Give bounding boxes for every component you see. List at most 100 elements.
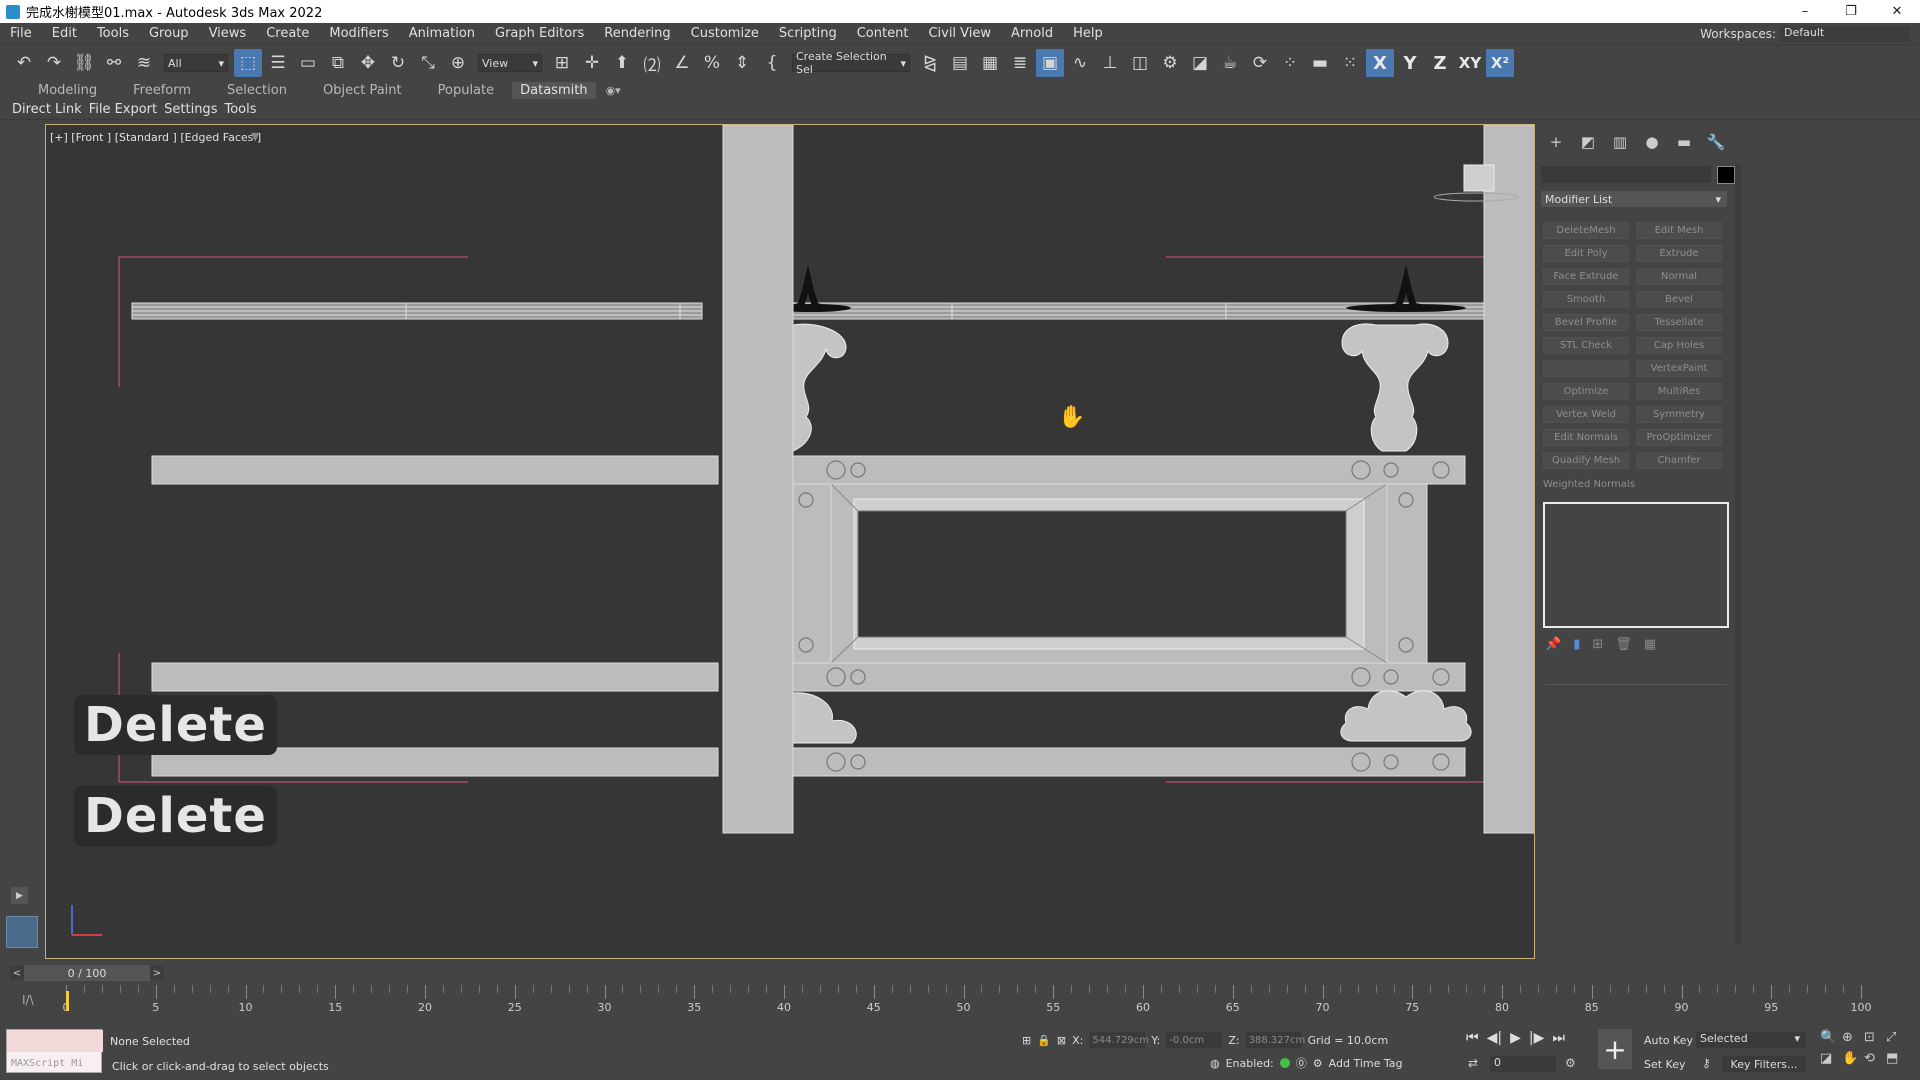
current-frame-input[interactable]: 0 [1490,1056,1556,1072]
scale-icon[interactable]: ⤡ [414,49,442,77]
modifier-button[interactable]: VertexPaint [1636,360,1722,377]
placement-icon[interactable]: ⊕ [444,49,472,77]
modifier-button[interactable]: ProOptimizer [1636,429,1722,446]
keyboard-shortcut-override-icon[interactable]: ⬆ [608,49,636,77]
zoom-all-icon[interactable]: ⊕ [1842,1030,1864,1045]
axis-xy-button[interactable]: XY [1456,49,1484,77]
ribbon-options-icon[interactable]: ◉▾ [596,84,631,97]
modifier-button[interactable]: Cap Holes [1636,337,1722,354]
track-bar[interactable]: I/\ 051015202530354045505560657075808590… [0,985,1920,1025]
modifier-button[interactable]: Face Extrude [1543,268,1629,285]
enabled-indicator[interactable] [1279,1058,1290,1068]
menu-arnold[interactable]: Arnold [1001,26,1063,41]
frame-ruler[interactable]: 0510152025303540455055606570758085909510… [63,985,1872,1025]
ribbon-tab-modeling[interactable]: Modeling [20,83,115,98]
named-selection-dropdown[interactable]: Create Selection Sel ▾ [792,50,910,76]
modifier-list-dropdown[interactable]: Modifier List ▾ [1541,191,1727,207]
axis-x-button[interactable]: X [1366,49,1394,77]
time-config-icon[interactable]: ⚙ [1565,1056,1576,1070]
pan-icon[interactable]: ✋ [1842,1051,1864,1066]
axis-x-squared-button[interactable]: X² [1486,49,1514,77]
lock-selection-icon[interactable]: 🔒 [1037,1034,1051,1047]
add-time-tag-button[interactable]: Add Time Tag [1329,1057,1403,1070]
modifier-button[interactable]: Edit Normals [1543,429,1629,446]
redo-icon[interactable]: ↷ [40,49,68,77]
ribbon-toggle-icon[interactable]: ▣ [1036,49,1064,77]
pin-stack-icon[interactable]: 📌 [1545,637,1561,652]
y-coordinate-field[interactable]: -0.0cm [1166,1032,1223,1048]
selection-region-icon[interactable]: ⁘ [1276,49,1304,77]
modifier-button[interactable]: Extrude [1636,245,1722,262]
curve-editor-mini-icon[interactable]: I/\ [22,993,34,1007]
curve-editor-icon[interactable]: ∿ [1066,49,1094,77]
snap-point-icon[interactable]: ⁙ [1336,49,1364,77]
key-filters-button[interactable]: Key Filters... [1722,1056,1806,1072]
menu-rendering[interactable]: Rendering [594,26,680,41]
set-key-button[interactable]: Set Key [1644,1058,1686,1071]
modifier-button[interactable]: Bevel Profile [1543,314,1629,331]
orbit-icon[interactable]: ⟲ [1864,1051,1886,1066]
menu-civil-view[interactable]: Civil View [918,26,1001,41]
spinner-snap-icon[interactable]: ⇕ [728,49,756,77]
key-mode-icon[interactable]: ⇄ [1468,1056,1478,1070]
time-tag-icon[interactable]: ⚙ [1313,1057,1323,1070]
ribbon-tab-object-paint[interactable]: Object Paint [305,83,420,98]
select-by-name-icon[interactable]: ☰ [264,49,292,77]
previous-frame-icon[interactable]: < [10,966,24,980]
hierarchy-tab-icon[interactable]: ▥ [1609,132,1631,152]
display-tab-icon[interactable]: ▬ [1673,132,1695,152]
motion-tab-icon[interactable]: ● [1641,132,1663,152]
ribbon-tab-datasmith[interactable]: Datasmith [512,82,596,99]
modifier-button[interactable]: Tessellate [1636,314,1722,331]
show-end-result-icon[interactable]: ▮ [1573,637,1580,652]
reference-coord-dropdown[interactable]: View ▾ [478,54,542,72]
angle-snap-icon[interactable]: ∠ [668,49,696,77]
menu-edit[interactable]: Edit [42,26,87,41]
command-panel-scrollbar[interactable] [1735,164,1741,944]
ribbon-tab-selection[interactable]: Selection [209,83,305,98]
selection-lock-icon[interactable]: ⓪ [1296,1055,1307,1071]
render-setup-icon[interactable]: ⚙ [1156,49,1184,77]
minimize-button[interactable]: – [1782,0,1828,23]
selection-filter-dropdown[interactable]: All ▾ [164,54,228,72]
zoom-icon[interactable]: 🔍 [1820,1030,1842,1045]
select-manipulate-icon[interactable]: ✛ [578,49,606,77]
mirror-icon[interactable]: ⧎ [916,49,944,77]
make-unique-icon[interactable]: ⊞ [1592,637,1603,652]
modifier-button[interactable]: Edit Mesh [1636,222,1722,239]
modifier-stack[interactable] [1543,502,1729,628]
configure-sets-icon[interactable]: ▦ [1644,637,1656,652]
select-object-icon[interactable]: ⬚ [234,49,262,77]
layer-explorer-icon[interactable]: ≣ [1006,49,1034,77]
menu-scripting[interactable]: Scripting [769,26,847,41]
play-icon[interactable]: ▶ [1510,1030,1521,1046]
restore-button[interactable]: ❐ [1828,0,1874,23]
menu-graph-editors[interactable]: Graph Editors [485,26,594,41]
key-mode-toggle-icon[interactable]: ⚷ [1702,1056,1711,1070]
auto-key-button[interactable]: Auto Key [1644,1034,1693,1047]
rect-selection-icon[interactable]: ▭ [294,49,322,77]
next-frame-icon[interactable]: > [150,966,164,980]
menu-animation[interactable]: Animation [399,26,485,41]
ribbon-tab-freeform[interactable]: Freeform [115,83,209,98]
menu-tools[interactable]: Tools [87,26,139,41]
modifier-button[interactable]: DeleteMesh [1543,222,1629,239]
maximize-viewport-icon[interactable]: ⬒ [1886,1051,1908,1066]
modifier-button[interactable]: STL Check [1543,337,1629,354]
object-name-field[interactable] [1541,166,1711,183]
render-iterative-icon[interactable]: ⟳ [1246,49,1274,77]
percent-snap-icon[interactable]: % [698,49,726,77]
modifier-button[interactable] [1543,360,1629,377]
rotate-icon[interactable]: ↻ [384,49,412,77]
object-color-swatch[interactable] [1717,166,1735,184]
utilities-tab-icon[interactable]: 🔧 [1705,132,1727,152]
scene-explorer-icon[interactable]: ▦ [976,49,1004,77]
modifier-button[interactable]: Normal [1636,268,1722,285]
close-button[interactable]: ✕ [1874,0,1920,23]
snaps-toggle-icon[interactable]: ⑵ [638,49,666,77]
maxscript-input[interactable] [7,1030,103,1052]
ribbon-tab-populate[interactable]: Populate [420,83,513,98]
window-crossing-icon[interactable]: ⧉ [324,49,352,77]
ruler-icon[interactable]: ▬ [1306,49,1334,77]
absolute-mode-icon[interactable]: ⊠ [1057,1034,1066,1047]
